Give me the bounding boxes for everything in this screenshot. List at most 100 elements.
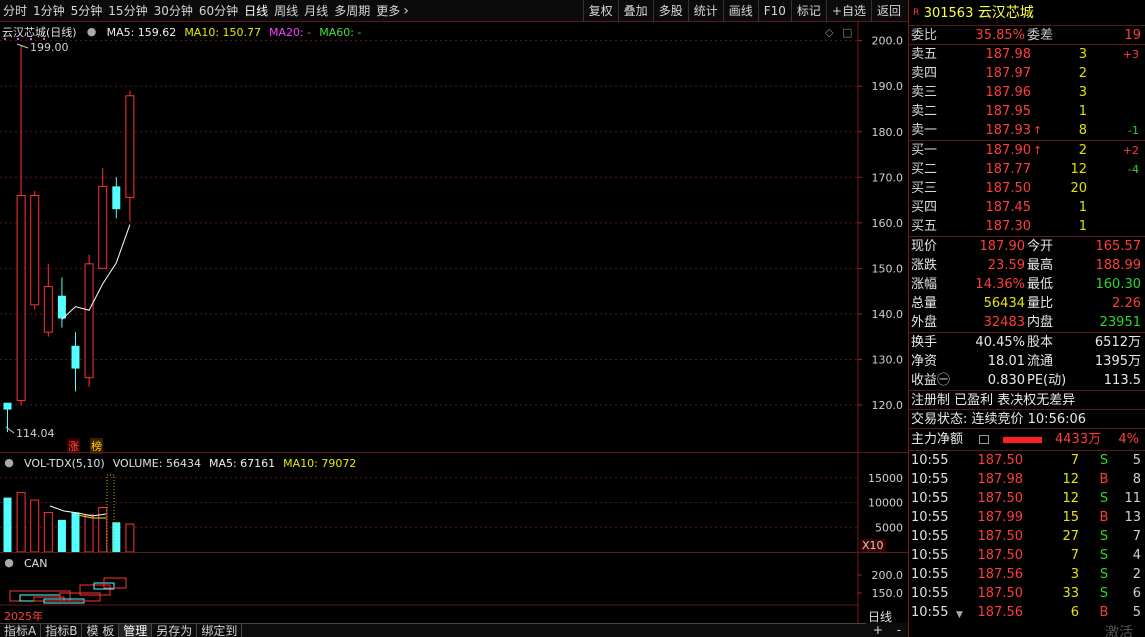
indicator-tab[interactable]: 绑定到 [197, 624, 243, 637]
indicator-tab[interactable]: 模 板 [82, 624, 120, 637]
level-price: 187.97 [979, 64, 1032, 83]
ask-levels: 卖五 187.98 3 +3 卖四 187.97 2 卖三 187.96 3 卖二 187.95 1 卖一… [909, 45, 1145, 141]
level-change: -4 [1128, 163, 1139, 176]
can-panel[interactable]: 200.0 150.0 ● CAN 2025年 日线 [0, 552, 908, 624]
period-tab[interactable]: 1分钟 [30, 0, 68, 22]
order-level[interactable]: 买二 187.77 12 -4 [909, 160, 1145, 179]
ma10-label: MA10: 150.77 [184, 25, 262, 39]
period-tab[interactable]: 30分钟 [151, 0, 196, 22]
toolbar-button[interactable]: 叠加 [617, 0, 653, 22]
order-level[interactable]: 买一 187.90 ↑ 2 +2 [909, 141, 1145, 160]
volume-bar [84, 514, 94, 553]
candle-body [98, 185, 108, 269]
tick-volume: 27 [1062, 529, 1079, 544]
volume-bar [57, 519, 66, 552]
level-price: 187.93 [979, 121, 1032, 140]
order-level[interactable]: 买四 187.45 1 [909, 198, 1145, 217]
candle-body [3, 402, 12, 410]
order-level[interactable]: 卖一 187.93 ↑ 8 -1 [909, 121, 1145, 140]
indicator-tab[interactable]: 另存为 [152, 624, 198, 637]
toolbar-button[interactable]: 画线 [722, 0, 758, 22]
fund-value: 6512万 [1094, 335, 1141, 350]
stat-label: 涨幅 [911, 277, 938, 292]
ma20-label: MA20: - [269, 25, 312, 39]
main-flow-menu-icon[interactable] [979, 435, 989, 444]
level-price-text: 187.30 [985, 219, 1032, 234]
stat-label: 最高 [1027, 258, 1054, 273]
toolbar-button[interactable]: 返回 [870, 0, 906, 22]
level-label: 卖二 [911, 104, 938, 119]
level-label: 卖一 [911, 123, 938, 138]
stat-label: 现价 [911, 239, 938, 254]
fund-label: 净资 [911, 354, 938, 369]
toolbar-button[interactable]: 复权 [582, 0, 618, 22]
indicator-tab[interactable]: 指标A [0, 624, 42, 637]
level-price-text: 187.90 [985, 143, 1032, 158]
period-tab[interactable]: 分时 [0, 0, 30, 22]
order-level[interactable]: 卖四 187.97 2 [909, 64, 1145, 83]
period-tab[interactable]: 月线 [301, 0, 331, 22]
tick-count: 11 [1124, 491, 1141, 506]
ticks-scroll-icon[interactable]: ▼ [956, 610, 963, 620]
level-label: 卖四 [911, 66, 938, 81]
stat-label: 涨跌 [911, 258, 938, 273]
volume-bar [30, 499, 40, 553]
toolbar-button[interactable]: 标记 [790, 0, 826, 22]
can-settings-icon[interactable]: ● [2, 556, 16, 570]
fundamental-stats: 换手 40.45% 股本 6512万 净资 18.01 流通 1395万 收益㊀ 0.830 PE(… [909, 333, 1145, 391]
tick-list[interactable]: 10:55 187.50 7 S 5 10:55 187.98 12 B 8 10:55 187.50… [909, 451, 1145, 622]
order-level[interactable]: 买五 187.30 1 [909, 217, 1145, 236]
volume-panel[interactable]: 15000 10000 5000 ● VOL-TDX(5,10) VOLUME: 5… [0, 452, 908, 553]
fund-label: 收益㊀ [911, 373, 951, 388]
stat-label: 量比 [1027, 296, 1054, 311]
level-price-text: 187.50 [985, 181, 1032, 196]
zoom-in-button[interactable]: + [873, 623, 883, 637]
toolbar-button[interactable]: +自选 [825, 0, 871, 22]
fund-value: 40.45% [975, 335, 1025, 350]
diamond-icon[interactable]: ◇ [825, 26, 833, 39]
order-level[interactable]: 买三 187.50 20 [909, 179, 1145, 198]
period-tab[interactable]: 60分钟 [196, 0, 241, 22]
period-tab[interactable]: 15分钟 [105, 0, 150, 22]
volume-bar [3, 497, 12, 552]
period-tab[interactable]: 更多 [373, 0, 403, 22]
indicator-tab[interactable]: 指标B [41, 624, 83, 637]
settings-icon[interactable]: ● [85, 25, 99, 39]
level-price: 187.95 [979, 102, 1032, 121]
level-price: 187.45 [979, 198, 1032, 217]
toolbar-button[interactable]: F10 [757, 0, 791, 22]
toolbar-button[interactable]: 多股 [652, 0, 688, 22]
tick-direction: S [1099, 529, 1109, 544]
candle-body [112, 186, 121, 210]
level-price-text: 187.98 [985, 47, 1032, 62]
toolbar-button[interactable]: 统计 [687, 0, 723, 22]
tick-row: 10:55 187.50 27 S 7 [909, 527, 1145, 546]
fund-row: 换手 40.45% 股本 6512万 [909, 333, 1145, 352]
period-tab[interactable]: 多周期 [331, 0, 373, 22]
zoom-out-button[interactable]: - [897, 623, 901, 637]
period-tab[interactable]: 周线 [271, 0, 301, 22]
level-label: 买三 [911, 181, 938, 196]
chevron-right-icon[interactable]: › [403, 3, 409, 19]
order-level[interactable]: 卖二 187.95 1 [909, 102, 1145, 121]
tick-count: 6 [1132, 586, 1141, 601]
order-level[interactable]: 卖三 187.96 3 [909, 83, 1145, 102]
kline-chart[interactable]: 200.0 190.0 180.0 170.0 160.0 150.0 140.0 130.0… [0, 22, 908, 454]
period-tab[interactable]: 5分钟 [68, 0, 106, 22]
period-tab[interactable]: 日线 [241, 0, 271, 22]
tick-time: 10:55 [911, 586, 949, 601]
tick-direction: S [1099, 548, 1109, 563]
up-arrow-icon: ↑ [1033, 144, 1043, 157]
square-icon[interactable]: □ [842, 26, 852, 39]
order-level[interactable]: 卖五 187.98 3 +3 [909, 45, 1145, 64]
up-arrow-icon: ↑ [1033, 124, 1043, 137]
volume-settings-icon[interactable]: ● [2, 456, 16, 470]
indicator-tab[interactable]: 管理 [119, 624, 153, 637]
volume-indicator-label: VOL-TDX(5,10) [24, 456, 105, 470]
tick-direction: B [1099, 510, 1109, 525]
tick-volume: 33 [1062, 586, 1079, 601]
chart-legend: 云汉芯城(日线) ● MA5: 159.62 MA10: 150.77 MA20… [2, 24, 361, 40]
stat-label: 今开 [1027, 239, 1054, 254]
level-volume: 8 [1078, 123, 1087, 138]
candle-body [71, 345, 80, 369]
